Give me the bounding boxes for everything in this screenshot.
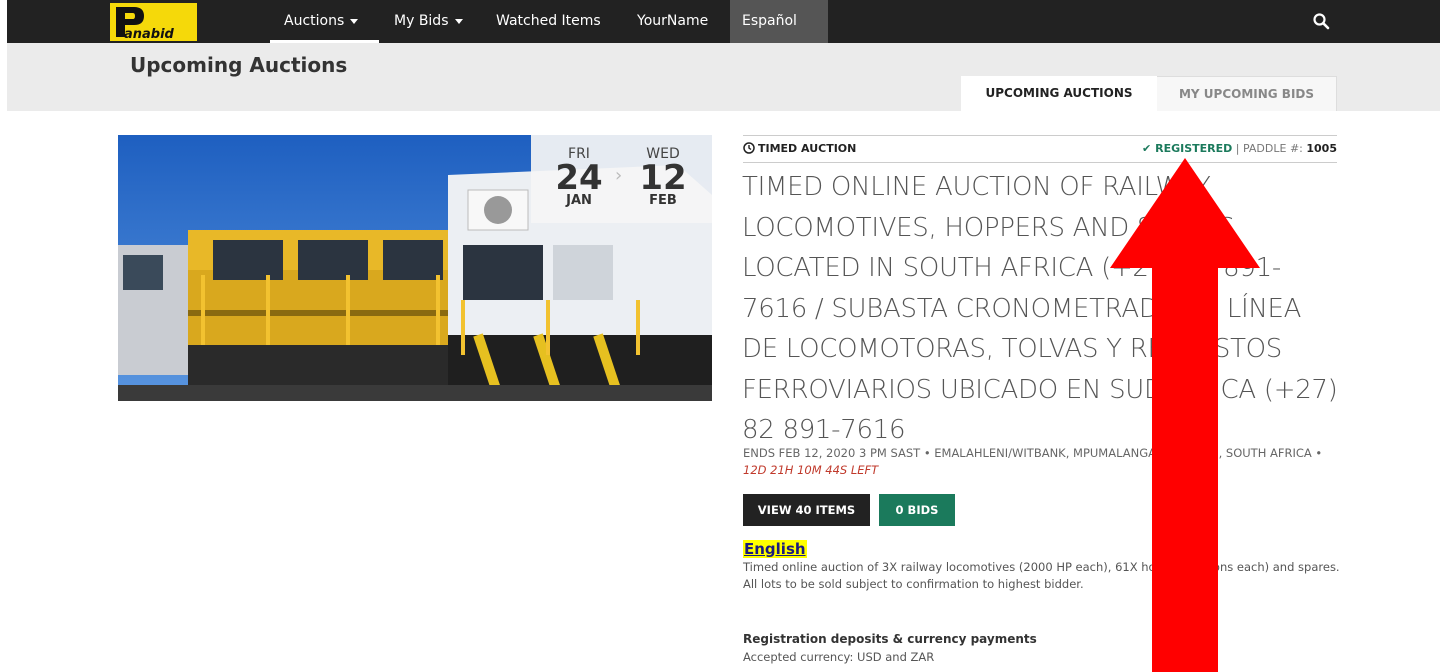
paddle-label: PADDLE #: — [1242, 142, 1303, 155]
chevron-down-icon — [350, 18, 359, 24]
nav-user-name[interactable]: YourName — [637, 0, 708, 43]
red-arrow-annotation — [1110, 158, 1260, 672]
nav-auctions[interactable]: Auctions — [284, 0, 359, 43]
auction-type: TIMED AUCTION — [743, 142, 856, 155]
search-icon[interactable] — [1312, 12, 1330, 30]
view-items-button[interactable]: VIEW 40 ITEMS — [743, 494, 870, 526]
divider: | — [1235, 142, 1243, 155]
nav-watched-items[interactable]: Watched Items — [496, 0, 601, 43]
bids-button[interactable]: 0 BIDS — [879, 494, 955, 526]
language-heading: English — [743, 540, 807, 558]
top-navbar: anabid Auctions My Bids Watched Items Yo… — [0, 0, 1449, 43]
chevron-right-icon: › — [615, 165, 623, 186]
registration-status: ✔ REGISTERED — [1142, 142, 1232, 155]
tab-upcoming-auctions[interactable]: UPCOMING AUCTIONS — [961, 76, 1157, 111]
page-title: Upcoming Auctions — [130, 53, 348, 77]
registration-info: ✔ REGISTERED | PADDLE #: 1005 — [1142, 142, 1337, 155]
paddle-number: 1005 — [1306, 142, 1337, 155]
tab-my-upcoming-bids[interactable]: MY UPCOMING BIDS — [1157, 76, 1337, 111]
deposits-heading: Registration deposits & currency payment… — [743, 632, 1037, 646]
registration-status-label: REGISTERED — [1155, 142, 1233, 155]
time-left: 12D 21H 10M 44S LEFT — [743, 463, 879, 477]
auction-type-label: TIMED AUCTION — [758, 142, 857, 155]
end-month: FEB — [649, 193, 677, 208]
checkmark-icon: ✔ — [1142, 142, 1152, 155]
end-day: 12 — [639, 158, 687, 198]
clock-icon — [743, 142, 755, 154]
start-month: JAN — [566, 193, 592, 208]
language-switch[interactable]: Español — [730, 0, 828, 43]
start-day: 24 — [555, 158, 603, 198]
svg-text:anabid: anabid — [124, 27, 175, 41]
start-date: FRI 24 JAN — [539, 135, 619, 208]
chevron-down-icon — [454, 18, 463, 24]
currency-line: Accepted currency: USD and ZAR — [743, 650, 935, 664]
nav-my-bids[interactable]: My Bids — [394, 0, 463, 43]
panabid-logo[interactable]: anabid — [110, 3, 197, 41]
auction-date-range: FRI 24 JAN › WED 12 FEB — [531, 135, 712, 223]
end-date: WED 12 FEB — [623, 135, 703, 208]
navbar-background — [7, 0, 1440, 43]
